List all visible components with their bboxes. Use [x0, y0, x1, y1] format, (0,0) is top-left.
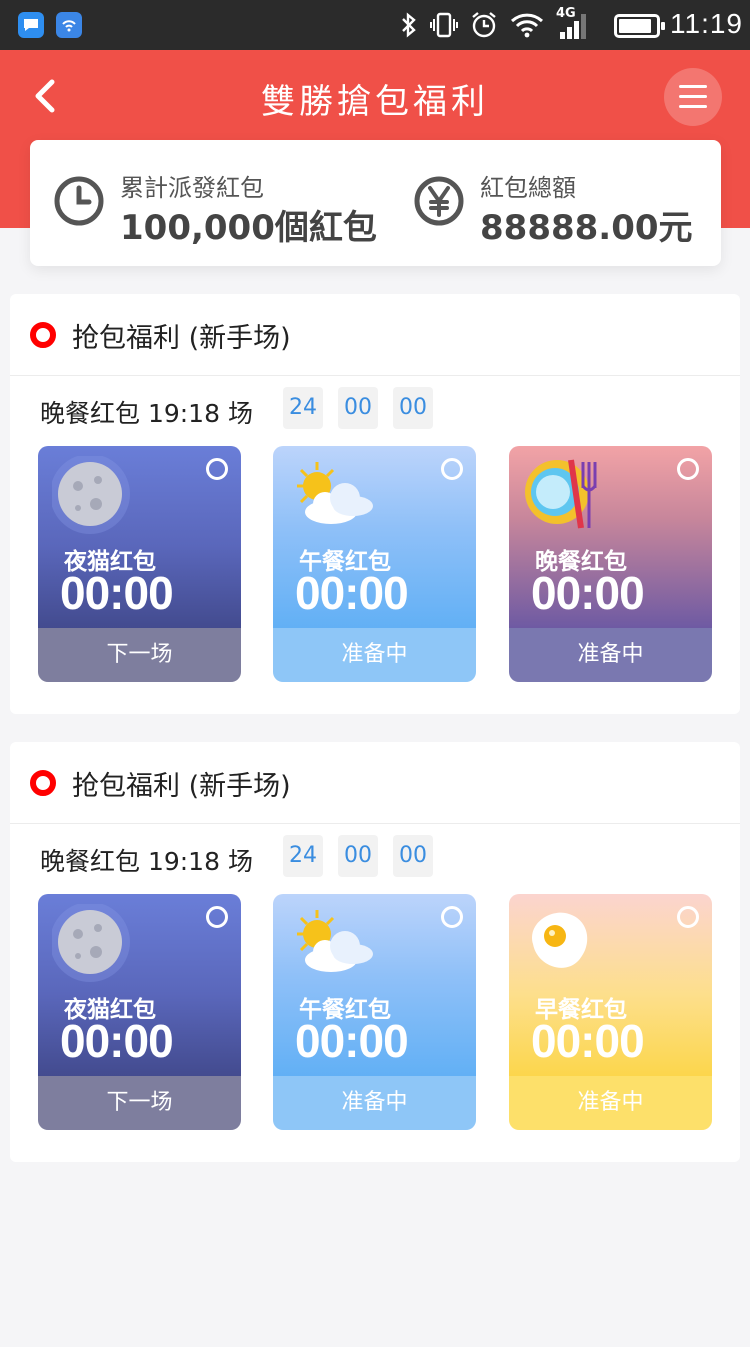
red-packet-card-dinner[interactable]: 晚餐红包 00:00 准备中 [509, 446, 712, 682]
total-label: 紅包總額 [480, 174, 576, 202]
countdown-minutes: 00 [338, 835, 378, 877]
fried-egg-icon [532, 912, 588, 968]
packet-time: 00:00 [531, 567, 645, 619]
menu-button[interactable] [664, 68, 722, 126]
red-packet-card-noon[interactable]: 午餐红包 00:00 准备中 [273, 894, 476, 1130]
countdown-row: 晚餐红包 19:18 场 24 00 00 [10, 376, 740, 446]
battery-icon [614, 14, 665, 38]
moon-icon [52, 456, 130, 534]
select-radio[interactable] [206, 906, 228, 928]
packet-status: 下一场 [38, 628, 241, 682]
welfare-section: 抢包福利 (新手场) 晚餐红包 19:18 场 24 00 00 夜猫红包 00… [10, 294, 740, 714]
distributed-stat: 累計派發紅包 100,000個紅包 [30, 140, 400, 266]
bluetooth-icon [402, 12, 416, 38]
packet-time: 00:00 [60, 1015, 174, 1067]
packet-status: 准备中 [273, 628, 476, 682]
select-radio[interactable] [677, 906, 699, 928]
countdown-seconds: 00 [393, 387, 433, 429]
select-radio[interactable] [441, 906, 463, 928]
signal-icon: 4G [556, 6, 590, 40]
packet-status: 下一场 [38, 1076, 241, 1130]
red-packet-card-night[interactable]: 夜猫红包 00:00 下一场 [38, 446, 241, 682]
packet-time: 00:00 [295, 1015, 409, 1067]
distributed-label: 累計派發紅包 [120, 174, 264, 202]
packet-time: 00:00 [531, 1015, 645, 1067]
total-stat: 紅包總額 88888.00元 [390, 140, 721, 266]
section-header: 抢包福利 (新手场) [10, 742, 740, 824]
packet-status: 准备中 [273, 1076, 476, 1130]
vibrate-icon [430, 12, 458, 38]
summary-card: 累計派發紅包 100,000個紅包 紅包總額 88888.00元 [30, 140, 721, 266]
distributed-value: 100,000個紅包 [120, 208, 377, 248]
session-label: 晚餐红包 19:18 场 [40, 399, 253, 428]
countdown-minutes: 00 [338, 387, 378, 429]
wifi-icon [510, 13, 544, 38]
total-value: 88888.00元 [480, 208, 693, 248]
select-radio[interactable] [677, 458, 699, 480]
wifi-app-icon [56, 12, 82, 38]
alarm-icon [472, 12, 496, 38]
red-packet-card-night[interactable]: 夜猫红包 00:00 下一场 [38, 894, 241, 1130]
packet-time: 00:00 [60, 567, 174, 619]
clock: 11:19 [670, 8, 743, 39]
red-packet-card-morning[interactable]: 早餐红包 00:00 准备中 [509, 894, 712, 1130]
welfare-section: 抢包福利 (新手场) 晚餐红包 19:18 场 24 00 00 夜猫红包 00… [10, 742, 740, 1162]
section-title: 抢包福利 (新手场) [72, 323, 291, 354]
plate-fork-icon [525, 459, 597, 529]
packet-time: 00:00 [295, 567, 409, 619]
packet-status: 准备中 [509, 628, 712, 682]
packet-status: 准备中 [509, 1076, 712, 1130]
countdown-row: 晚餐红包 19:18 场 24 00 00 [10, 824, 740, 894]
yuan-icon [414, 176, 464, 226]
countdown-hours: 24 [283, 387, 323, 429]
section-header: 抢包福利 (新手场) [10, 294, 740, 376]
select-radio[interactable] [441, 458, 463, 480]
select-radio[interactable] [206, 458, 228, 480]
sun-cloud-icon [297, 462, 373, 524]
status-bar: 4G 11:19 [0, 0, 750, 50]
red-packet-card-noon[interactable]: 午餐红包 00:00 准备中 [273, 446, 476, 682]
hamburger-icon [679, 85, 707, 88]
message-app-icon [18, 12, 44, 38]
radio-dot-icon [30, 322, 56, 348]
session-label: 晚餐红包 19:18 场 [40, 847, 253, 876]
sun-cloud-icon [297, 910, 373, 972]
moon-icon [52, 904, 130, 982]
countdown-hours: 24 [283, 835, 323, 877]
clock-icon [54, 176, 104, 226]
radio-dot-icon [30, 770, 56, 796]
page-title: 雙勝搶包福利 [261, 82, 489, 122]
countdown-seconds: 00 [393, 835, 433, 877]
section-title: 抢包福利 (新手场) [72, 771, 291, 802]
